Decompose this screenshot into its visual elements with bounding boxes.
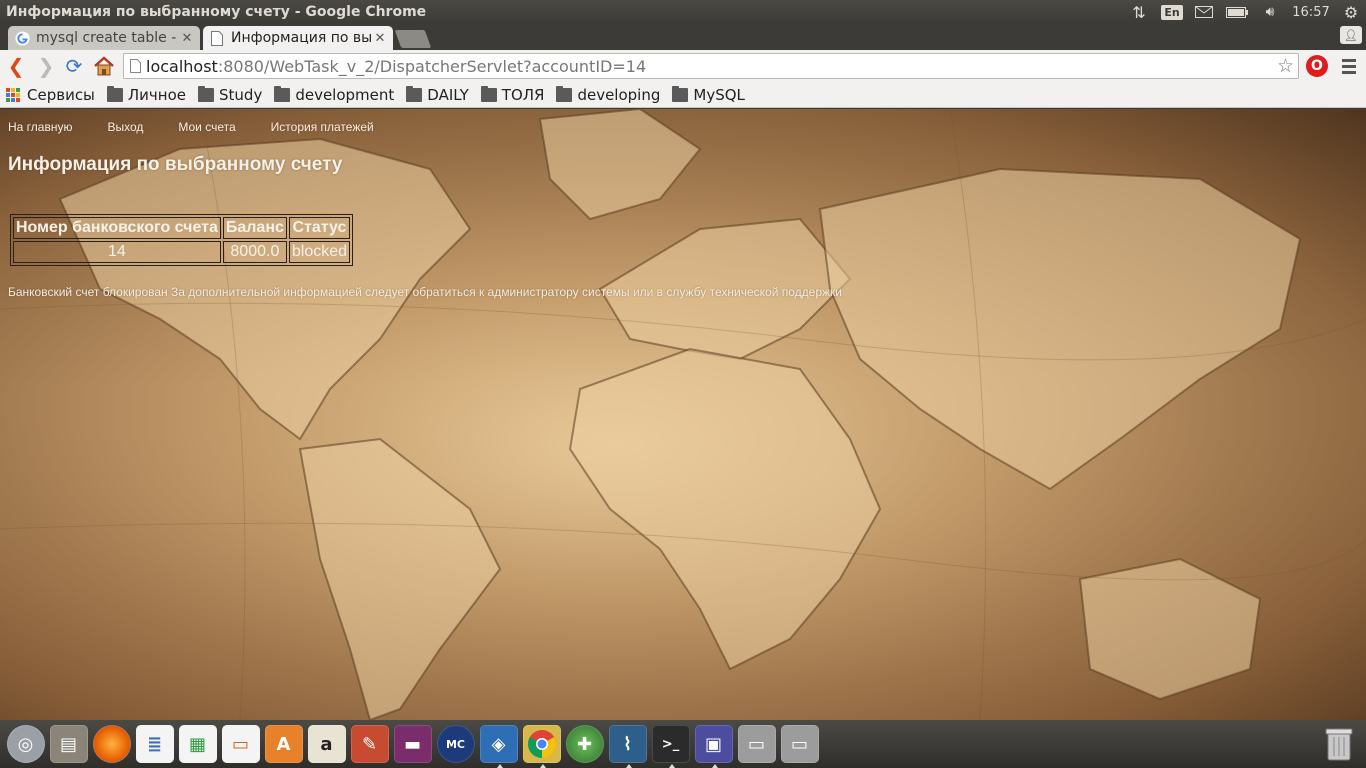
volume-icon[interactable]: 🔊︎ xyxy=(1254,0,1286,24)
gear-icon[interactable]: ⚙ xyxy=(1336,0,1366,24)
extension-icon[interactable]: O xyxy=(1306,55,1328,77)
tab-mysql-create-table[interactable]: mysql create table - ✕ xyxy=(8,26,200,50)
keyboard-layout-indicator[interactable]: En xyxy=(1156,0,1188,24)
reload-button[interactable]: ⟳ xyxy=(62,54,86,78)
window-title: Информация по выбранному счету - Google … xyxy=(6,4,427,20)
nav-link-home[interactable]: На главную xyxy=(8,120,72,134)
close-icon[interactable]: ✕ xyxy=(180,31,194,46)
web-page: На главную Выход Мои счета История плате… xyxy=(0,109,1366,720)
world-map-background xyxy=(0,109,1366,720)
nav-link-my-accounts[interactable]: Мои счета xyxy=(178,120,235,134)
folder-icon xyxy=(274,85,291,102)
new-tab-button[interactable] xyxy=(394,30,432,48)
window-title-bar: Информация по выбранному счету - Google … xyxy=(0,0,1366,24)
home-button[interactable] xyxy=(92,54,116,78)
bookmark-folder-daily[interactable]: DAILY xyxy=(406,85,469,104)
profile-icon[interactable]: 👤︎ xyxy=(1340,26,1362,44)
calc-icon[interactable]: ▦ xyxy=(178,725,217,763)
google-icon xyxy=(14,30,30,46)
drive-icon[interactable]: ▭ xyxy=(737,725,776,763)
nav-link-payment-history[interactable]: История платежей xyxy=(271,120,374,134)
account-table: Номер банковского счета Баланс Статус 14… xyxy=(10,214,354,266)
bookmark-folder-tolya[interactable]: ТОЛЯ xyxy=(480,85,544,104)
tab-label: Информация по вы xyxy=(231,30,373,46)
close-icon[interactable]: ✕ xyxy=(373,31,387,46)
apps-grid-icon xyxy=(6,87,22,102)
bookmark-folder-developing[interactable]: developing xyxy=(556,85,660,104)
impress-icon[interactable]: ▭ xyxy=(221,725,260,763)
screenshot-icon[interactable]: ▣ xyxy=(694,725,733,768)
globe-icon[interactable]: ✚ xyxy=(565,725,604,763)
dash-icon[interactable]: ◎ xyxy=(6,725,45,763)
folder-icon xyxy=(106,85,123,102)
bookmark-folder-development[interactable]: development xyxy=(274,85,394,104)
back-button[interactable]: ❮ xyxy=(4,54,28,78)
terminal-icon[interactable]: >_ xyxy=(651,725,690,768)
folder-icon xyxy=(556,85,573,102)
mysql-workbench-icon[interactable]: ⌇ xyxy=(608,725,647,768)
site-navigation: На главную Выход Мои счета История плате… xyxy=(8,120,409,134)
page-icon xyxy=(124,55,146,77)
url-host: localhost xyxy=(146,56,218,76)
folder-icon xyxy=(406,85,423,102)
media-icon[interactable]: ▬ xyxy=(393,725,432,763)
page-icon xyxy=(209,30,225,46)
amazon-icon[interactable]: a xyxy=(307,725,346,763)
tab-label: mysql create table - xyxy=(36,30,177,46)
column-header-account-number: Номер банковского счета xyxy=(13,217,221,239)
bookmark-services[interactable]: Сервисы xyxy=(6,86,95,104)
chrome-menu-button[interactable] xyxy=(1338,54,1360,78)
page-title: Информация по выбранному счету xyxy=(8,154,343,175)
bookmark-star-icon[interactable]: ☆ xyxy=(1277,55,1294,77)
drive2-icon[interactable]: ▭ xyxy=(780,725,819,763)
browser-toolbar: ❮ ❯ ⟳ localhost:8080/WebTask_v_2/Dispatc… xyxy=(0,50,1366,82)
firefox-icon[interactable] xyxy=(92,725,131,763)
address-bar[interactable]: localhost:8080/WebTask_v_2/DispatcherSer… xyxy=(123,53,1299,79)
cell-balance: 8000.0 xyxy=(222,241,287,263)
network-updown-icon[interactable]: ⇅ xyxy=(1122,0,1156,24)
tab-account-info[interactable]: Информация по вы ✕ xyxy=(203,26,393,50)
bookmarks-bar: Сервисы Личное Study development DAILY Т… xyxy=(0,82,1366,108)
bookmark-folder-personal[interactable]: Личное xyxy=(106,85,186,104)
bookmark-folder-study[interactable]: Study xyxy=(198,85,262,104)
mc-icon[interactable]: MC xyxy=(436,725,475,763)
column-header-status: Статус xyxy=(288,217,351,239)
system-tray: ⇅ En 🔊︎ 16:57 ⚙ xyxy=(1122,0,1366,24)
chrome-icon[interactable] xyxy=(522,725,561,768)
battery-icon[interactable] xyxy=(1220,0,1254,24)
trash-icon[interactable] xyxy=(1320,724,1358,764)
table-row: 14 8000.0 blocked xyxy=(13,241,351,263)
bookmark-folder-mysql[interactable]: MySQL xyxy=(672,85,745,104)
table-header-row: Номер банковского счета Баланс Статус xyxy=(13,217,351,239)
cell-status: blocked xyxy=(288,241,351,263)
column-header-balance: Баланс xyxy=(222,217,287,239)
folder-icon xyxy=(672,85,689,102)
virtualbox-icon[interactable]: ◈ xyxy=(479,725,518,768)
launcher-dock: ◎ ▤ ≣ ▦ ▭ A a ✎ ▬ MC ◈ ✚ ⌇ >_ ▣ ▭ ▭ xyxy=(0,720,1366,768)
mail-icon[interactable] xyxy=(1188,0,1220,24)
software-center-icon[interactable]: A xyxy=(264,725,303,763)
forward-button[interactable]: ❯ xyxy=(34,54,58,78)
clock[interactable]: 16:57 xyxy=(1286,0,1336,24)
folder-icon xyxy=(480,85,497,102)
cell-account-number: 14 xyxy=(13,241,221,263)
nav-link-logout[interactable]: Выход xyxy=(107,120,143,134)
folder-icon xyxy=(198,85,215,102)
tab-strip: mysql create table - ✕ Информация по вы … xyxy=(0,24,1366,50)
writer-icon[interactable]: ≣ xyxy=(135,725,174,763)
blocked-notice: Банковский счет блокирован За дополнител… xyxy=(8,285,842,299)
url-path: :8080/WebTask_v_2/DispatcherServlet?acco… xyxy=(217,56,647,76)
settings-icon[interactable]: ✎ xyxy=(350,725,389,763)
files-icon[interactable]: ▤ xyxy=(49,725,88,763)
